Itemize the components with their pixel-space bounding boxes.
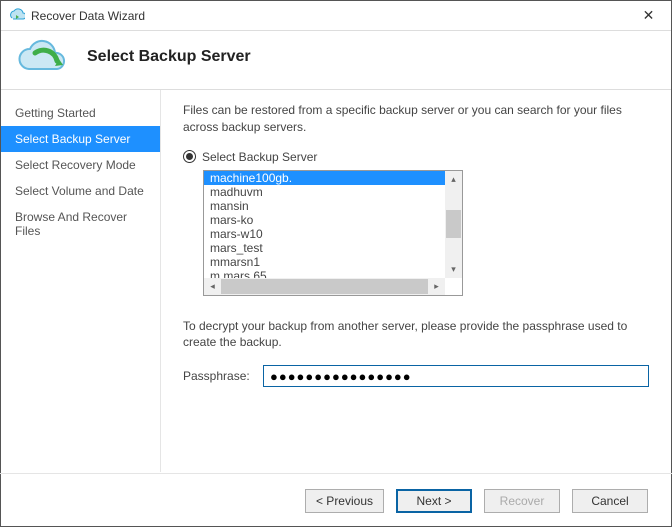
previous-button[interactable]: < Previous [305, 489, 384, 513]
server-list-item[interactable]: m mars 65 [204, 269, 445, 278]
close-button[interactable]: ✕ [626, 1, 671, 31]
next-button[interactable]: Next > [396, 489, 472, 513]
server-list-item[interactable]: machine100gb. [204, 171, 445, 185]
step-getting-started[interactable]: Getting Started [1, 100, 160, 126]
radio-selected-icon [183, 150, 196, 163]
wizard-footer: < Previous Next > Recover Cancel [0, 473, 672, 527]
page-title: Select Backup Server [87, 48, 251, 66]
server-list-item[interactable]: mars_test [204, 241, 445, 255]
scroll-left-icon[interactable]: ◂ [204, 278, 221, 295]
scroll-right-icon[interactable]: ▸ [428, 278, 445, 295]
step-select-recovery-mode[interactable]: Select Recovery Mode [1, 152, 160, 178]
passphrase-label: Passphrase: [183, 369, 253, 383]
server-list-item[interactable]: mmarsn1 [204, 255, 445, 269]
intro-text: Files can be restored from a specific ba… [183, 102, 649, 136]
radio-label: Select Backup Server [202, 150, 317, 164]
scroll-thumb[interactable] [446, 210, 461, 238]
cloud-restore-icon [15, 37, 71, 77]
cancel-button[interactable]: Cancel [572, 489, 648, 513]
passphrase-hint: To decrypt your backup from another serv… [183, 318, 649, 352]
wizard-header: Select Backup Server [1, 31, 671, 89]
hscroll-thumb[interactable] [221, 279, 428, 294]
app-icon [9, 8, 25, 24]
server-list-item[interactable]: mars-w10 [204, 227, 445, 241]
step-select-backup-server[interactable]: Select Backup Server [1, 126, 160, 152]
passphrase-input[interactable] [263, 365, 649, 387]
horizontal-scrollbar[interactable]: ◂ ▸ [204, 278, 445, 295]
wizard-content: Files can be restored from a specific ba… [161, 90, 671, 472]
wizard-steps-sidebar: Getting Started Select Backup Server Sel… [1, 90, 161, 472]
titlebar: Recover Data Wizard ✕ [1, 1, 671, 31]
step-select-volume-and-date[interactable]: Select Volume and Date [1, 178, 160, 204]
server-list-item[interactable]: mansin [204, 199, 445, 213]
scroll-up-icon[interactable]: ▴ [445, 171, 462, 188]
step-browse-and-recover-files[interactable]: Browse And Recover Files [1, 204, 160, 244]
vertical-scrollbar[interactable]: ▴ ▾ [445, 171, 462, 278]
server-list-item[interactable]: mars-ko [204, 213, 445, 227]
close-icon: ✕ [643, 7, 655, 24]
select-backup-server-radio[interactable]: Select Backup Server [183, 150, 649, 164]
recover-button[interactable]: Recover [484, 489, 560, 513]
server-list-item[interactable]: madhuvm [204, 185, 445, 199]
server-listbox[interactable]: machine100gb. madhuvm mansin mars-ko mar… [203, 170, 463, 296]
window-title: Recover Data Wizard [31, 9, 626, 23]
scroll-down-icon[interactable]: ▾ [445, 261, 462, 278]
